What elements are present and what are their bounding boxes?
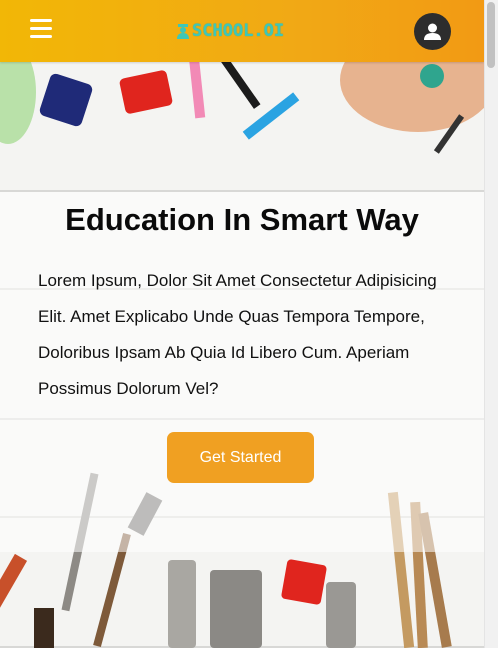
get-started-button[interactable]: Get Started — [167, 432, 314, 483]
menu-button[interactable] — [30, 19, 52, 39]
hamburger-icon — [30, 19, 52, 22]
user-circle-icon — [424, 23, 441, 40]
scrollbar-thumb[interactable] — [487, 2, 495, 68]
hero-description: Lorem Ipsum, Dolor Sit Amet Consectetur … — [38, 271, 437, 398]
logo-text: SCHOOL.OI — [192, 21, 285, 41]
graduate-icon — [177, 24, 189, 39]
account-button[interactable] — [414, 13, 451, 50]
hero-headline: Education In Smart Way — [65, 202, 419, 237]
hero-section: Education In Smart Way Lorem Ipsum, Dolo… — [0, 62, 484, 648]
site-logo[interactable]: SCHOOL.OI — [176, 18, 284, 44]
vertical-scrollbar[interactable] — [484, 0, 498, 648]
top-navbar: SCHOOL.OI — [0, 0, 484, 62]
